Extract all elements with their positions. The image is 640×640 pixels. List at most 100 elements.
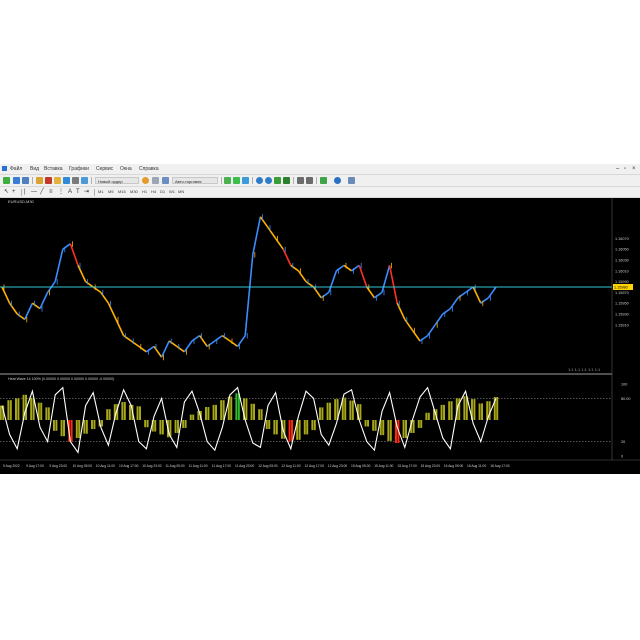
navigator-icon[interactable]: [54, 177, 61, 184]
trendline-icon[interactable]: ╱: [40, 188, 44, 196]
menu-bar: Файл Вид Вставка Графики Сервис Окна Спр…: [0, 164, 640, 175]
toolbar-separator: [94, 189, 95, 196]
time-tick-label: 16 Aug 05:00: [444, 464, 464, 468]
tf-m5[interactable]: M5: [108, 188, 114, 196]
autotrading-button[interactable]: Авто-торговля: [172, 177, 218, 184]
scripts-icon[interactable]: [162, 177, 169, 184]
tf-h4[interactable]: H4: [151, 188, 156, 196]
price-tick-label: 1.15970: [615, 291, 629, 295]
tf-d1[interactable]: D1: [160, 188, 165, 196]
minimize-icon[interactable]: –: [616, 165, 619, 173]
standard-toolbar: Новый ордер Авто-торговля: [0, 175, 640, 187]
toolbar-separator: [293, 177, 294, 184]
close-icon[interactable]: ×: [632, 165, 636, 173]
menu-tools[interactable]: Сервис: [96, 165, 113, 173]
zoom-in-icon[interactable]: [256, 177, 263, 184]
strategy-tester-icon[interactable]: [72, 177, 79, 184]
time-tick-label: 11 Aug 23:00: [235, 464, 254, 468]
time-tick-label: 12 Aug 11:00: [281, 464, 300, 468]
current-price-tag: 1.15980: [613, 284, 633, 290]
tf-mn[interactable]: MN: [178, 188, 184, 196]
tf-w1[interactable]: W1: [169, 188, 175, 196]
profiles-icon[interactable]: [13, 177, 20, 184]
time-tick-label: 10 Aug 23:00: [142, 464, 162, 468]
menu-help[interactable]: Справка: [139, 165, 159, 173]
tf-m15[interactable]: M15: [118, 188, 126, 196]
time-tick-label: 16 Aug 17:00: [490, 464, 510, 468]
menu-insert[interactable]: Вставка: [44, 165, 63, 173]
tf-m30[interactable]: M30: [130, 188, 138, 196]
menu-charts[interactable]: Графики: [69, 165, 89, 173]
chart-shift-icon[interactable]: [283, 177, 290, 184]
line-chart-icon[interactable]: [242, 177, 249, 184]
menu-file[interactable]: Файл: [10, 165, 22, 173]
terminal-icon[interactable]: [63, 177, 70, 184]
candlestick-icon[interactable]: [233, 177, 240, 184]
time-tick-label: 12 Aug 05:00: [258, 464, 278, 468]
price-tick-label: 1.16030: [615, 259, 629, 263]
time-tick-label: 11 Aug 17:00: [212, 464, 231, 468]
chart-symbol-title: EURUSD,M30: [8, 199, 35, 204]
app-logo-icon: [2, 166, 7, 171]
expert-icon[interactable]: [152, 177, 159, 184]
price-and-indicator-chart[interactable]: EURUSD,M30 1.16070 1.16050 1.16030 1.16010 1…: [0, 198, 640, 474]
time-tick-label: 12 Aug 17:00: [305, 464, 325, 468]
label-icon[interactable]: T: [76, 188, 80, 196]
chart-window[interactable]: EURUSD,M30 1.16070 1.16050 1.16030 1.16010 1…: [0, 198, 640, 474]
time-tick-label: 11 Aug 05:00: [165, 464, 184, 468]
channel-icon[interactable]: ≡: [49, 188, 53, 196]
toolbar-separator: [316, 177, 317, 184]
time-tick-label: 10 Aug 05:00: [73, 464, 93, 468]
price-tick-label: 1.16010: [615, 269, 629, 273]
menu-windows[interactable]: Окна: [120, 165, 132, 173]
periods-icon[interactable]: [334, 177, 341, 184]
crosshair-icon[interactable]: +: [12, 188, 16, 196]
time-tick-label: 15 Aug 23:00: [421, 464, 441, 468]
timeframes-toolbar: ↖ + | — ╱ ≡ ⋮ A T ⇥ M1 M5 M15 M30 H1 H4 …: [0, 187, 640, 198]
horizontal-line-icon[interactable]: —: [31, 188, 37, 196]
zoom-out-icon[interactable]: [265, 177, 272, 184]
time-tick-label: 15 Aug 11:00: [374, 464, 393, 468]
restore-icon[interactable]: ▫: [624, 165, 626, 173]
text-icon[interactable]: A: [68, 188, 72, 196]
price-tick-label: 1.16050: [615, 248, 629, 252]
time-tick-label: 10 Aug 17:00: [119, 464, 139, 468]
history-center-icon[interactable]: [81, 177, 88, 184]
chart-shift-right-icon[interactable]: [306, 177, 313, 184]
toolbar-separator: [252, 177, 253, 184]
indicator-tick-label: 0: [621, 455, 623, 459]
toolbar-separator: [32, 177, 33, 184]
new-chart-icon[interactable]: [3, 177, 10, 184]
time-tick-label: 9 Aug 2022: [3, 464, 20, 468]
market-watch-icon[interactable]: [36, 177, 43, 184]
time-tick-label: 16 Aug 11:00: [467, 464, 486, 468]
trading-terminal-window: Файл Вид Вставка Графики Сервис Окна Спр…: [0, 164, 640, 474]
time-tick-label: 10 Aug 11:00: [96, 464, 115, 468]
auto-scroll-icon[interactable]: [297, 177, 304, 184]
vertical-line-icon[interactable]: |: [24, 188, 26, 196]
price-tick-label: 1.16070: [615, 237, 629, 241]
data-window-icon[interactable]: [45, 177, 52, 184]
time-tick-label: 9 Aug 23:00: [49, 464, 67, 468]
meta-editor-icon[interactable]: [142, 177, 149, 184]
templates-icon[interactable]: [348, 177, 355, 184]
time-tick-label: 9 Aug 17:00: [26, 464, 44, 468]
price-axis: 1.16070 1.16050 1.16030 1.16010 1.15990 1.159…: [615, 237, 629, 327]
tf-m1[interactable]: M1: [98, 188, 104, 196]
time-tick-label: 15 Aug 05:00: [351, 464, 371, 468]
price-tick-label: 1.15930: [615, 313, 629, 317]
bar-chart-icon[interactable]: [224, 177, 231, 184]
indicators-icon[interactable]: [320, 177, 327, 184]
tf-h1[interactable]: H1: [142, 188, 147, 196]
new-order-button[interactable]: Новый ордер: [95, 177, 139, 184]
arrows-icon[interactable]: ⇥: [84, 188, 89, 196]
menu-view[interactable]: Вид: [30, 165, 39, 173]
toolbar-separator: [221, 177, 222, 184]
indicator-tick-label: 100: [621, 383, 627, 387]
save-icon[interactable]: [22, 177, 29, 184]
fibonacci-icon[interactable]: ⋮: [58, 188, 64, 196]
cursor-icon[interactable]: ↖: [4, 188, 9, 196]
indicator-title: Heat Wave 14 100% (0.00000 0.00000 0.000…: [8, 377, 114, 381]
tile-windows-icon[interactable]: [274, 177, 281, 184]
current-price-label: 1.15980: [614, 286, 628, 290]
